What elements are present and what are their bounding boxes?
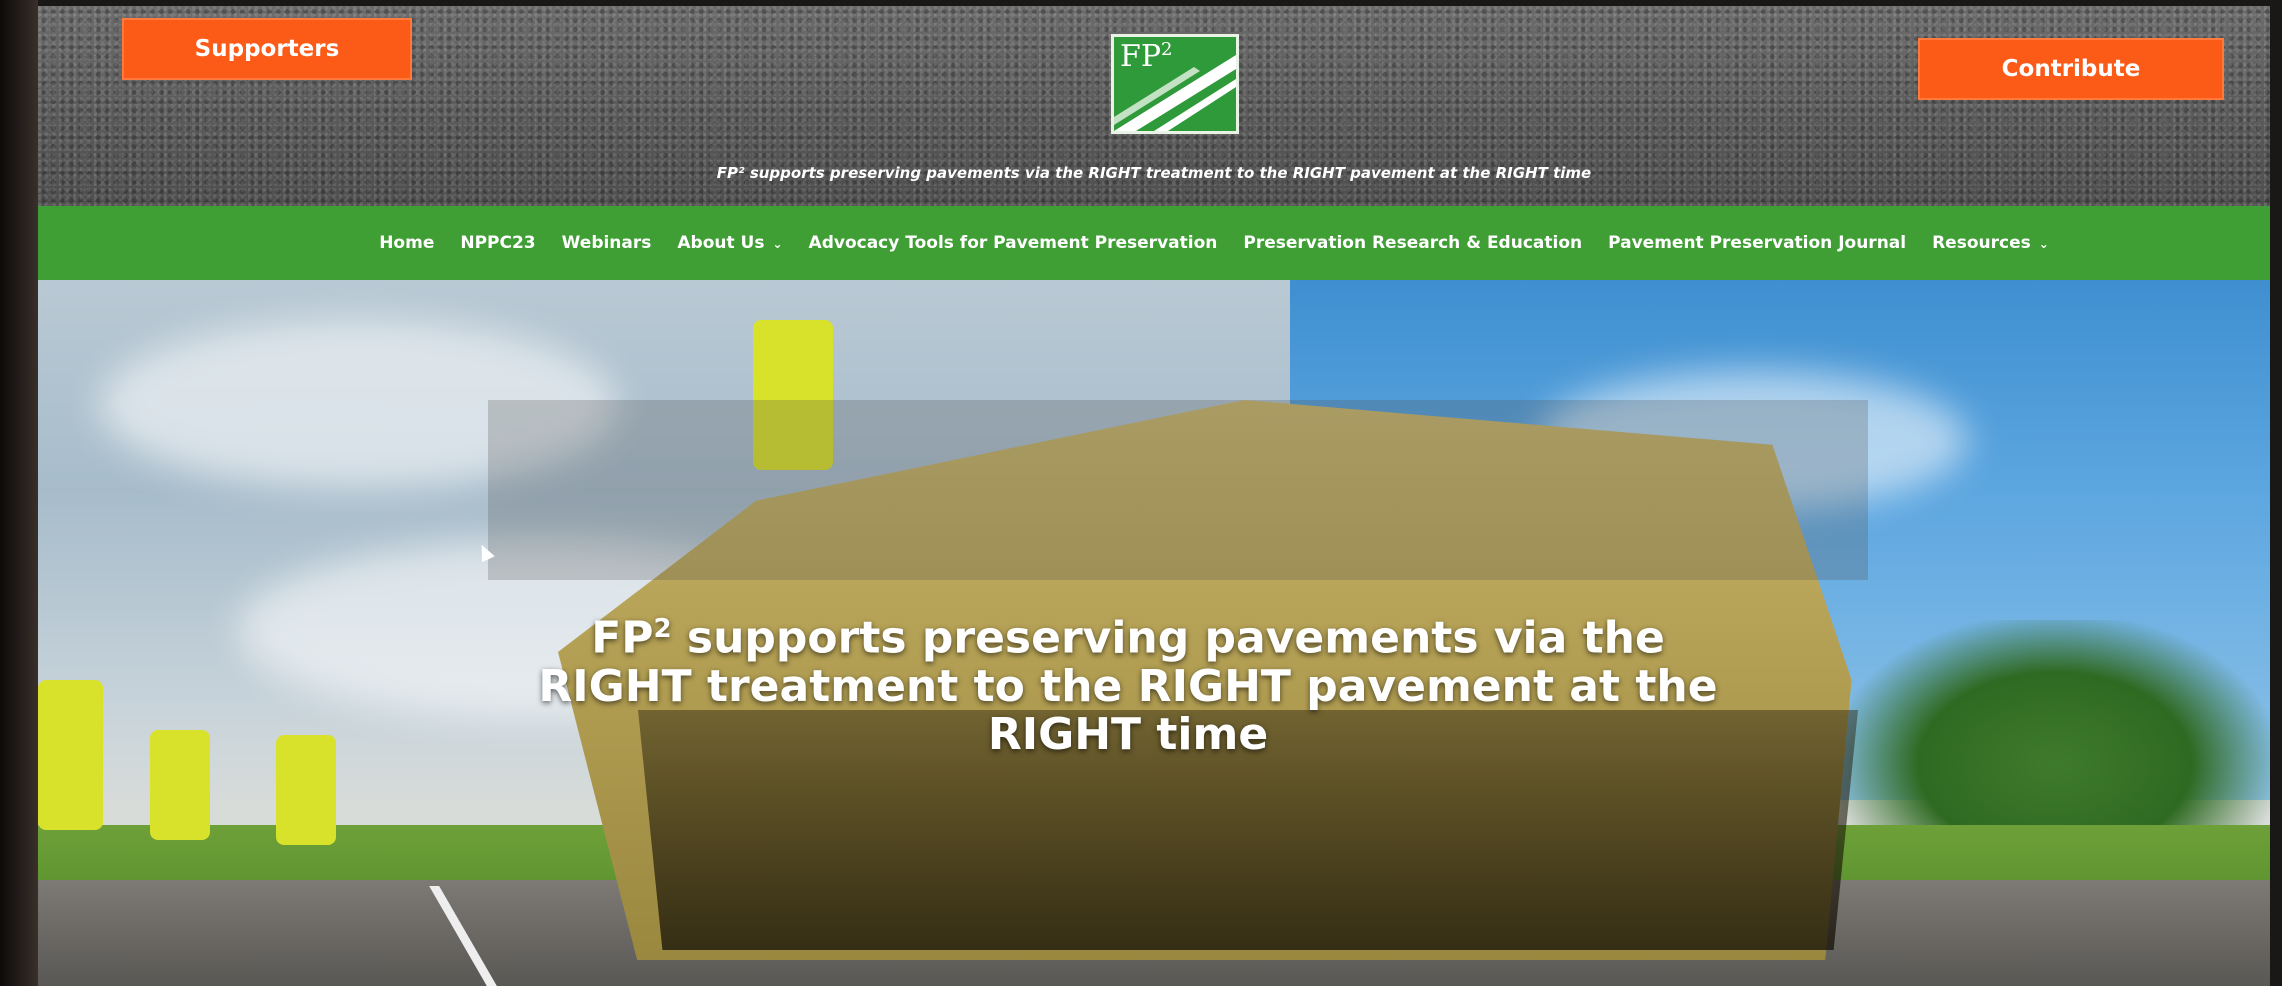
worker-figure [276,735,336,845]
main-navigation: Home NPPC23 Webinars About Us ⌄ Advocacy … [38,206,2270,280]
chevron-down-icon: ⌄ [2038,237,2049,251]
nav-item-about-us[interactable]: About Us ⌄ [677,233,782,253]
chevron-down-icon: ⌄ [772,237,783,251]
contribute-button[interactable]: Contribute [1918,38,2224,100]
hero-title-line-2: RIGHT treatment to the RIGHT pavement at… [538,660,1718,712]
nav-item-webinars[interactable]: Webinars [562,233,652,253]
nav-item-journal[interactable]: Pavement Preservation Journal [1608,233,1906,253]
nav-item-nppc23[interactable]: NPPC23 [460,233,535,253]
hero-title: FP2 supports preserving pavements via th… [388,605,1868,759]
logo-text: FP2 [1120,39,1173,74]
nav-item-home[interactable]: Home [379,233,434,253]
hero-overlay [488,400,1868,580]
browser-viewport: Supporters FP2 Contribute FP² supports p… [38,6,2270,986]
worker-figure [150,730,210,840]
nav-item-resources[interactable]: Resources ⌄ [1932,233,2049,253]
fp2-logo[interactable]: FP2 [1111,34,1239,134]
nav-item-research-education[interactable]: Preservation Research & Education [1243,233,1582,253]
header-tagline: FP² supports preserving pavements via th… [716,164,1592,182]
hero-trees [1840,620,2270,860]
hero-title-line-1: FP2 supports preserving pavements via th… [591,612,1665,664]
worker-figure [38,680,103,830]
nav-item-advocacy-tools[interactable]: Advocacy Tools for Pavement Preservation [809,233,1218,253]
hero-banner: FP2 supports preserving pavements via th… [38,280,2270,986]
hero-title-line-3: RIGHT time [987,708,1269,760]
supporters-button[interactable]: Supporters [122,18,412,80]
site-header: Supporters FP2 Contribute FP² supports p… [38,6,2270,206]
monitor-bezel [0,0,38,986]
